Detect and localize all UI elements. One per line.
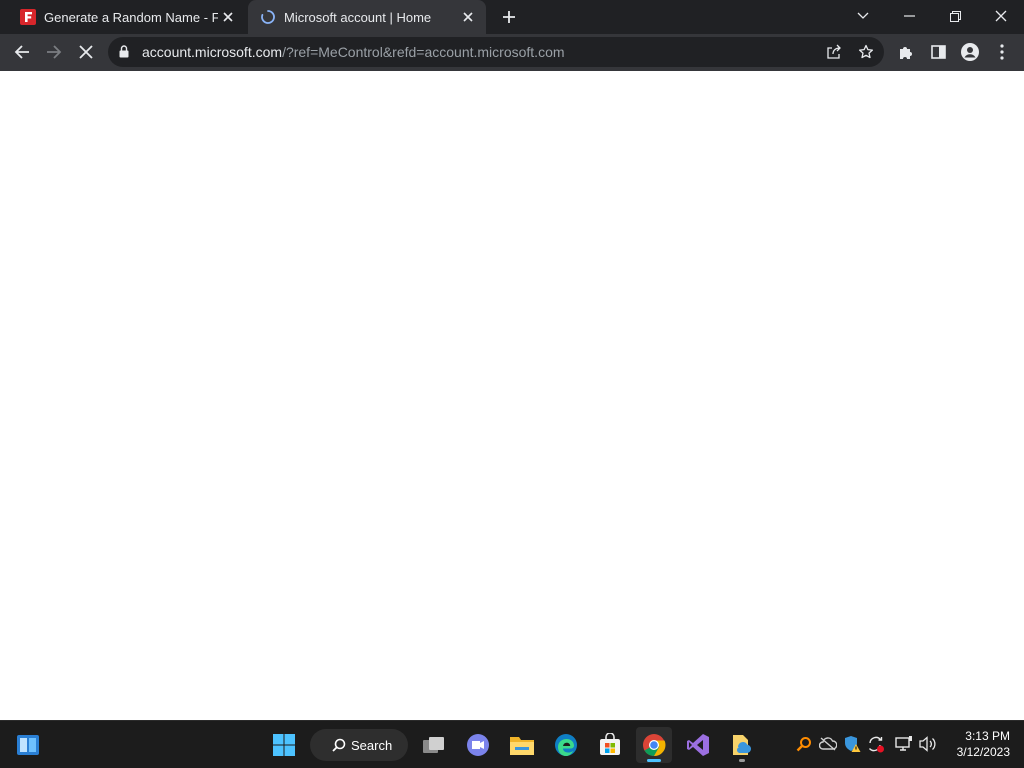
clock-time: 3:13 PM xyxy=(965,729,1010,743)
running-indicator xyxy=(739,759,745,762)
tab-title: Microsoft account | Home xyxy=(284,9,432,25)
url-host: account.microsoft.com xyxy=(142,44,283,60)
minimize-button[interactable] xyxy=(886,0,932,32)
sync-error-icon xyxy=(868,736,884,753)
search-icon xyxy=(332,738,346,752)
taskbar-search[interactable]: Search xyxy=(310,729,408,761)
tab-title: Generate a Random Name - Fake xyxy=(44,9,218,25)
bookmark-button[interactable] xyxy=(854,40,878,64)
task-view-icon xyxy=(423,737,444,753)
defender-warning-icon xyxy=(845,736,861,752)
chrome-icon xyxy=(643,734,666,757)
url-path: /?ref=MeControl&refd=account.microsoft.c… xyxy=(282,44,565,60)
file-explorer-button[interactable] xyxy=(504,727,540,763)
search-label: Search xyxy=(351,737,393,753)
tab-close-icon[interactable] xyxy=(218,7,238,27)
star-icon xyxy=(858,44,874,59)
lock-icon[interactable] xyxy=(119,45,129,63)
taskbar: Search 3:13 PM 3/12/2023 xyxy=(0,720,1024,768)
url-text[interactable]: account.microsoft.com/?ref=MeControl&ref… xyxy=(142,44,565,60)
page-content xyxy=(0,71,1024,720)
teams-chat-icon xyxy=(467,734,489,756)
clock-date: 3/12/2023 xyxy=(956,745,1010,759)
restore-icon xyxy=(949,10,961,22)
restore-button[interactable] xyxy=(932,0,978,32)
visual-studio-icon xyxy=(687,734,709,756)
volume-icon xyxy=(919,736,936,752)
widgets-button[interactable] xyxy=(10,727,46,763)
teams-chat-button[interactable] xyxy=(460,727,496,763)
task-view-button[interactable] xyxy=(416,727,452,763)
extensions-button[interactable] xyxy=(892,38,920,66)
arrow-right-icon xyxy=(47,45,62,59)
fakename-f-icon xyxy=(20,9,36,25)
search-tool-tray-icon[interactable] xyxy=(793,733,815,755)
close-icon xyxy=(995,10,1007,22)
tab-fake-name-generator[interactable]: Generate a Random Name - Fake xyxy=(8,0,246,34)
kebab-menu-icon xyxy=(1000,44,1004,60)
edge-button[interactable] xyxy=(548,727,584,763)
visual-studio-button[interactable] xyxy=(680,727,716,763)
side-panel-icon xyxy=(930,45,946,59)
address-bar[interactable]: account.microsoft.com/?ref=MeControl&ref… xyxy=(108,37,884,67)
profile-button[interactable] xyxy=(956,38,984,66)
stop-icon xyxy=(79,45,93,59)
onedrive-offline-icon xyxy=(819,737,837,751)
forward-button[interactable] xyxy=(40,38,68,66)
side-panel-button[interactable] xyxy=(924,38,952,66)
puzzle-icon xyxy=(900,47,912,59)
windows-logo-icon xyxy=(273,734,295,756)
edge-icon xyxy=(555,734,577,756)
onedrive-tray-icon[interactable] xyxy=(817,733,839,755)
arrow-left-icon xyxy=(14,45,29,59)
tab-microsoft-account[interactable]: Microsoft account | Home xyxy=(248,0,486,34)
defender-tray-icon[interactable] xyxy=(841,733,863,755)
stop-loading-button[interactable] xyxy=(72,38,100,66)
clock[interactable]: 3:13 PM 3/12/2023 xyxy=(944,728,1010,760)
volume-tray-icon[interactable] xyxy=(917,733,939,755)
widgets-icon xyxy=(17,735,39,755)
profile-icon xyxy=(961,43,979,61)
tab-close-icon[interactable] xyxy=(458,7,478,27)
tab-strip: Generate a Random Name - Fake Microsoft … xyxy=(0,0,1024,34)
search-tool-icon xyxy=(796,737,811,752)
browser-toolbar: account.microsoft.com/?ref=MeControl&ref… xyxy=(0,34,1024,71)
chrome-button[interactable] xyxy=(636,727,672,763)
sync-tray-icon[interactable] xyxy=(865,733,887,755)
store-icon xyxy=(600,733,620,755)
close-window-button[interactable] xyxy=(978,0,1024,32)
new-tab-button[interactable] xyxy=(498,6,520,28)
back-button[interactable] xyxy=(8,38,36,66)
azure-data-studio-icon xyxy=(733,735,751,755)
chevron-down-icon xyxy=(857,12,869,19)
loading-spinner-icon xyxy=(260,9,276,25)
store-button[interactable] xyxy=(592,727,628,763)
share-icon xyxy=(827,44,841,59)
network-tray-icon[interactable] xyxy=(893,733,915,755)
azure-data-studio-button[interactable] xyxy=(724,727,760,763)
network-icon xyxy=(895,736,912,751)
minimize-icon xyxy=(903,15,915,17)
file-explorer-icon xyxy=(510,737,534,755)
active-indicator xyxy=(647,759,661,762)
start-button[interactable] xyxy=(266,727,302,763)
menu-button[interactable] xyxy=(988,38,1016,66)
tab-search-button[interactable] xyxy=(840,0,886,32)
plus-icon xyxy=(503,11,515,23)
browser-window: Generate a Random Name - Fake Microsoft … xyxy=(0,0,1024,720)
share-button[interactable] xyxy=(822,40,846,64)
